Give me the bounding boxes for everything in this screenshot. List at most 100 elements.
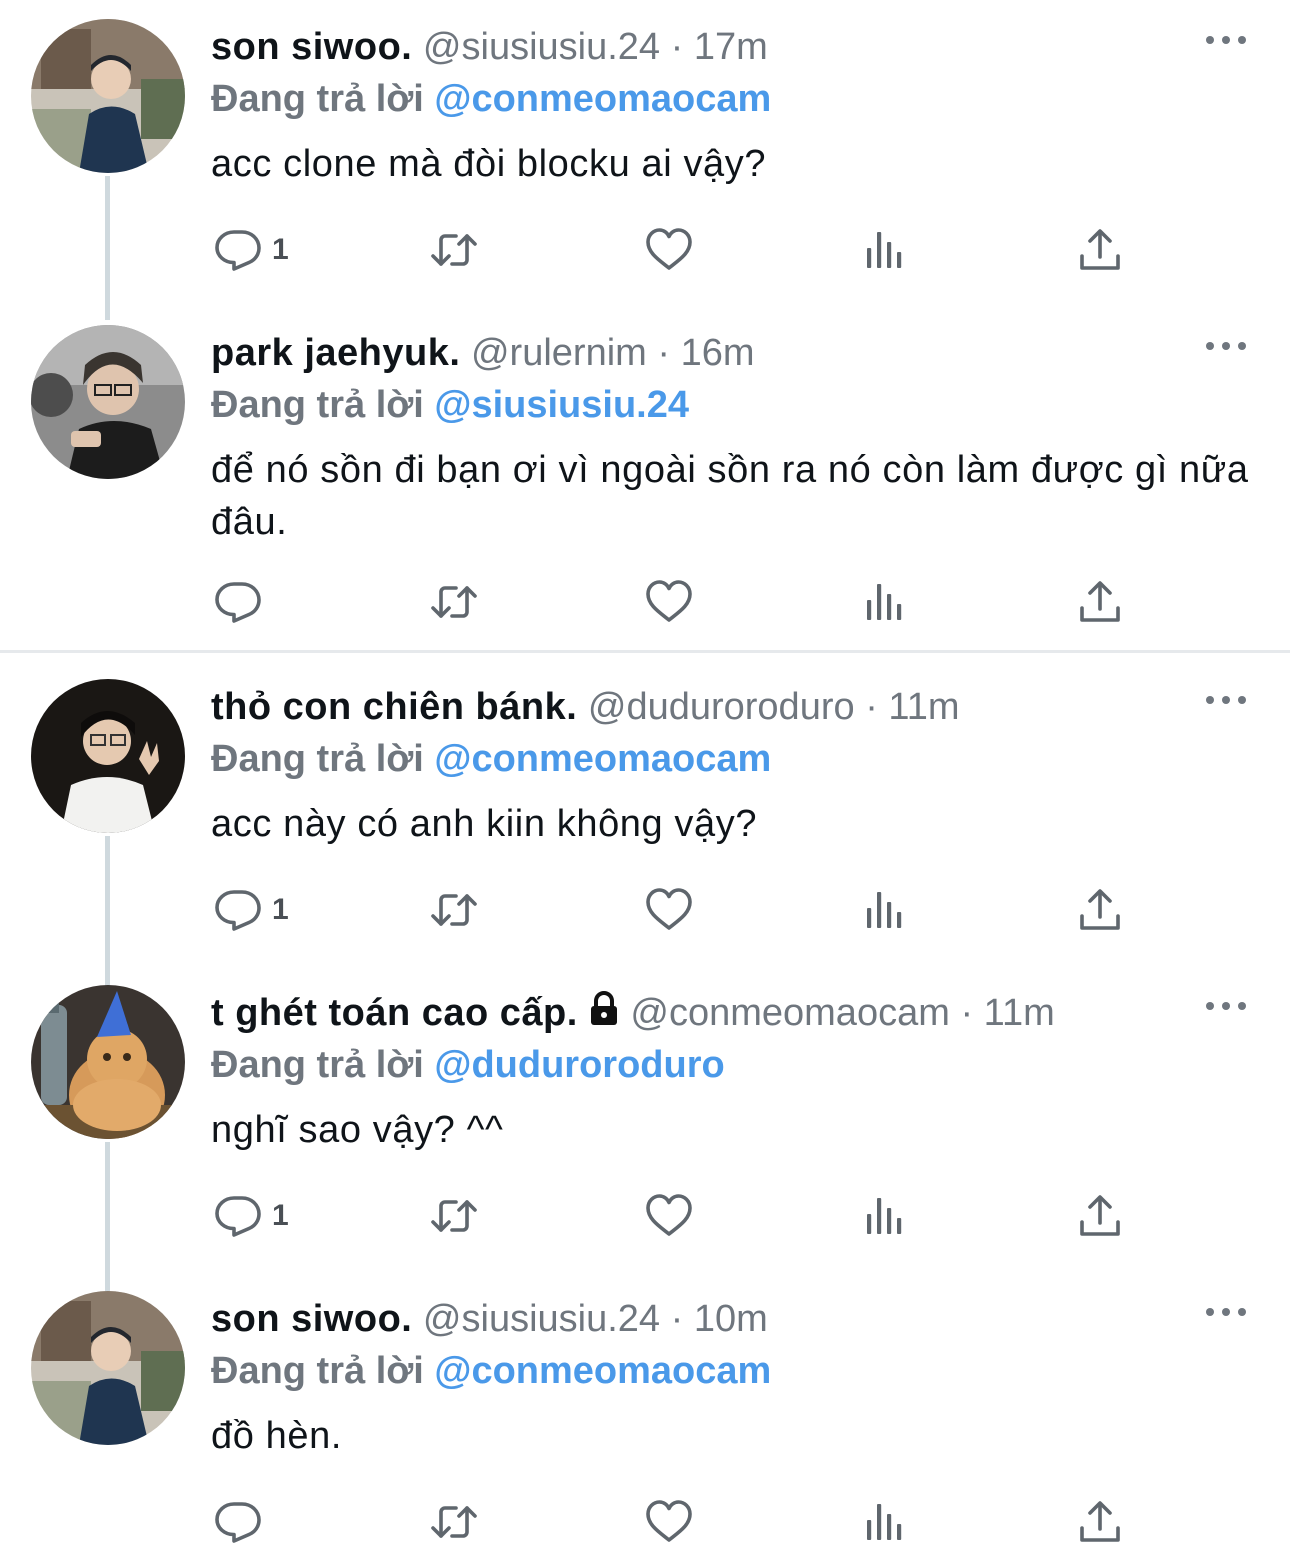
reply-button[interactable]: 1 [214, 880, 289, 940]
avatar-photo [31, 1291, 185, 1445]
retweet-icon [430, 578, 478, 626]
replying-to: Đang trả lời @siusiusiu.24 [211, 380, 689, 430]
share-icon [1076, 226, 1124, 274]
user-handle[interactable]: @duduroroduro [588, 686, 855, 728]
avatar[interactable] [31, 679, 185, 833]
timestamp[interactable]: 17m [694, 26, 768, 68]
display-name[interactable]: thỏ con chiên bánk. [211, 686, 577, 728]
avatar[interactable] [31, 19, 185, 173]
tweet[interactable]: park jaehyuk. @rulernim · 16m Đang trả l… [0, 306, 1290, 650]
replying-to: Đang trả lời @conmeomaocam [211, 74, 771, 124]
thread-line [105, 966, 110, 986]
replying-to-handle[interactable]: @duduroroduro [434, 1044, 724, 1086]
like-button[interactable] [645, 220, 693, 280]
reply-count: 1 [272, 1199, 289, 1232]
more-icon[interactable] [1206, 30, 1246, 50]
views-button[interactable] [861, 1186, 909, 1246]
user-handle[interactable]: @rulernim [471, 332, 647, 374]
replying-to-label: Đang trả lời [211, 78, 424, 120]
share-button[interactable] [1076, 572, 1124, 632]
like-button[interactable] [645, 1186, 693, 1246]
views-icon [861, 578, 909, 626]
tweet[interactable]: t ghét toán cao cấp. @conmeomaocam · 11m… [0, 966, 1290, 1286]
share-button[interactable] [1076, 220, 1124, 280]
display-name[interactable]: park jaehyuk. [211, 332, 460, 374]
tweet-text: acc clone mà đòi blocku ai vậy? [211, 143, 767, 185]
reply-button[interactable] [214, 572, 272, 632]
timestamp[interactable]: 11m [888, 686, 959, 728]
tweet-header: son siwoo. @siusiusiu.24 · 10m [211, 1294, 768, 1344]
more-icon[interactable] [1206, 996, 1246, 1016]
avatar[interactable] [31, 985, 185, 1139]
like-icon [645, 1192, 693, 1240]
views-icon [861, 226, 909, 274]
replying-to-label: Đang trả lời [211, 738, 424, 780]
tweet[interactable]: son siwoo. @siusiusiu.24 · 10m Đang trả … [0, 1272, 1290, 1564]
tweet-text: đồ hèn. [211, 1415, 342, 1457]
display-name[interactable]: t ghét toán cao cấp. [211, 992, 578, 1034]
replying-to-handle[interactable]: @conmeomaocam [434, 1350, 771, 1392]
views-button[interactable] [861, 572, 909, 632]
views-icon [861, 1192, 909, 1240]
views-icon [861, 1498, 909, 1546]
share-icon [1076, 578, 1124, 626]
like-button[interactable] [645, 572, 693, 632]
reply-button[interactable] [214, 1492, 272, 1552]
thread-divider [0, 650, 1290, 653]
more-icon[interactable] [1206, 1302, 1246, 1322]
replying-to-label: Đang trả lời [211, 384, 424, 426]
lock-icon [588, 990, 620, 1040]
reply-icon [214, 1192, 262, 1240]
reply-button[interactable]: 1 [214, 1186, 289, 1246]
views-button[interactable] [861, 1492, 909, 1552]
like-button[interactable] [645, 880, 693, 940]
share-button[interactable] [1076, 1186, 1124, 1246]
avatar[interactable] [31, 325, 185, 479]
reply-button[interactable]: 1 [214, 220, 289, 280]
tweet-header: park jaehyuk. @rulernim · 16m [211, 328, 755, 378]
avatar[interactable] [31, 1291, 185, 1445]
like-icon [645, 578, 693, 626]
display-name[interactable]: son siwoo. [211, 1298, 412, 1340]
replying-to-handle[interactable]: @conmeomaocam [434, 78, 771, 120]
retweet-button[interactable] [430, 572, 478, 632]
avatar-photo [31, 325, 185, 479]
replying-to-handle[interactable]: @siusiusiu.24 [434, 384, 689, 426]
tweet[interactable]: son siwoo. @siusiusiu.24 · 17m Đang trả … [0, 0, 1290, 320]
avatar-photo [31, 679, 185, 833]
like-button[interactable] [645, 1492, 693, 1552]
share-button[interactable] [1076, 1492, 1124, 1552]
retweet-button[interactable] [430, 1186, 478, 1246]
user-handle[interactable]: @conmeomaocam [630, 992, 949, 1034]
retweet-icon [430, 1192, 478, 1240]
timestamp[interactable]: 10m [694, 1298, 768, 1340]
more-icon[interactable] [1206, 336, 1246, 356]
tweet[interactable]: thỏ con chiên bánk. @duduroroduro · 11m … [0, 660, 1290, 980]
views-button[interactable] [861, 220, 909, 280]
views-button[interactable] [861, 880, 909, 940]
more-icon[interactable] [1206, 690, 1246, 710]
reply-icon [214, 886, 262, 934]
replying-to: Đang trả lời @duduroroduro [211, 1040, 725, 1090]
avatar-photo [31, 19, 185, 173]
retweet-button[interactable] [430, 1492, 478, 1552]
retweet-button[interactable] [430, 880, 478, 940]
share-icon [1076, 1498, 1124, 1546]
tweet-actions [0, 1492, 1290, 1552]
display-name[interactable]: son siwoo. [211, 26, 412, 68]
tweet-header: son siwoo. @siusiusiu.24 · 17m [211, 22, 768, 72]
share-icon [1076, 1192, 1124, 1240]
replying-to-label: Đang trả lời [211, 1350, 424, 1392]
replying-to-handle[interactable]: @conmeomaocam [434, 738, 771, 780]
retweet-button[interactable] [430, 220, 478, 280]
tweet-actions: 1 [0, 880, 1290, 940]
timestamp[interactable]: 16m [681, 332, 755, 374]
share-button[interactable] [1076, 880, 1124, 940]
like-icon [645, 226, 693, 274]
user-handle[interactable]: @siusiusiu.24 [423, 26, 660, 68]
user-handle[interactable]: @siusiusiu.24 [423, 1298, 660, 1340]
timestamp[interactable]: 11m [984, 992, 1055, 1034]
like-icon [645, 1498, 693, 1546]
reply-icon [214, 226, 262, 274]
thread-line [105, 1272, 110, 1292]
